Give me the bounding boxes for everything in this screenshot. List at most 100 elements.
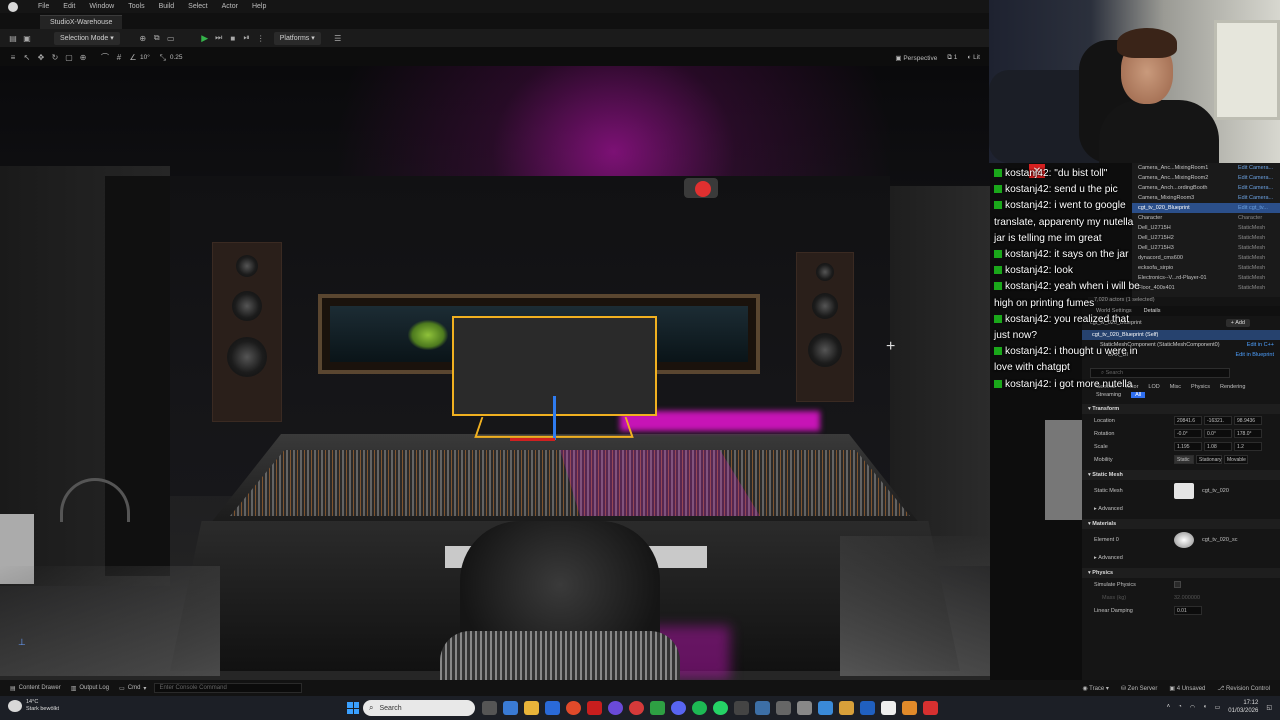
outliner-row[interactable]: Camera_Anc...MixingRoom2 Edit Camera... (1132, 173, 1280, 183)
scale-tool-icon[interactable]: ▢ (62, 51, 76, 65)
section-transform[interactable]: ▾ Transform (1082, 404, 1280, 414)
selection-mode-button[interactable]: Selection Mode ▾ (54, 31, 120, 45)
play-icon[interactable]: ▶ (198, 31, 212, 45)
perspective-dropdown[interactable]: ▣ Perspective (895, 54, 937, 62)
view-mode-dropdown[interactable]: ◐ Lit (967, 54, 980, 61)
section-static-mesh[interactable]: ▾ Static Mesh (1082, 470, 1280, 480)
outliner-row[interactable]: Dell_U2715H2 StaticMesh (1132, 233, 1280, 243)
clock[interactable]: 17:12 01/03/2026 (1228, 699, 1258, 715)
add-component-button[interactable]: + Add (1225, 319, 1250, 327)
static-mesh-thumbnail[interactable] (1174, 483, 1194, 499)
launch-icon[interactable]: ⏯ (240, 31, 254, 45)
static-mesh-dropdown[interactable]: cgt_tv_020 (1202, 488, 1229, 494)
battery-icon[interactable]: ▭ (1215, 704, 1221, 711)
wifi-icon[interactable]: ◠ (1190, 704, 1195, 711)
rotation-snap-value[interactable]: 10° (140, 54, 150, 61)
filter-misc[interactable]: Misc (1170, 384, 1181, 390)
spotify-icon[interactable] (692, 701, 707, 715)
section-materials[interactable]: ▾ Materials (1082, 519, 1280, 529)
app-icon[interactable] (629, 701, 644, 715)
windows-start-icon[interactable] (347, 702, 359, 714)
rotation-z-field[interactable]: 178.0° (1234, 429, 1262, 438)
outliner-row[interactable]: Camera_Anc...MixingRoom1 Edit Camera... (1132, 163, 1280, 173)
trace-button[interactable]: ◉ Trace ▾ (1082, 685, 1109, 692)
scale-snap-icon[interactable]: ⤡ (156, 51, 170, 65)
outliner-row[interactable]: Dell_U2715H3 StaticMesh (1132, 243, 1280, 253)
whatsapp-icon[interactable] (713, 701, 728, 715)
obs-icon[interactable] (608, 701, 623, 715)
rotate-tool-icon[interactable]: ↻ (48, 51, 62, 65)
outliner-row[interactable]: Floor_400x401 StaticMesh (1132, 283, 1280, 293)
menu-tools[interactable]: Tools (128, 3, 144, 10)
console-command-input[interactable]: Enter Console Command (154, 683, 303, 693)
output-log-button[interactable]: ▥ Output Log (71, 685, 109, 692)
content-browser-icon[interactable]: ▣ (20, 31, 34, 45)
section-physics[interactable]: ▾ Physics (1082, 568, 1280, 578)
tab-details[interactable]: Details (1144, 308, 1161, 314)
taskbar-search-input[interactable]: ⌕ Search (363, 700, 475, 716)
camera-speed-button[interactable]: ⧉ 1 (947, 54, 957, 62)
mass-field[interactable]: 32.000000 (1174, 595, 1200, 601)
menu-actor[interactable]: Actor (222, 3, 238, 10)
location-x-field[interactable]: 20841.6 (1174, 416, 1202, 425)
outliner-row[interactable]: Camera_Anch...ordingBooth Edit Camera... (1132, 183, 1280, 193)
menu-help[interactable]: Help (252, 3, 266, 10)
rotation-snap-icon[interactable]: ∠ (126, 51, 140, 65)
app-icon[interactable] (587, 701, 602, 715)
chevron-up-icon[interactable]: ˄ (1167, 704, 1171, 710)
app-icon[interactable] (839, 701, 854, 715)
save-icon[interactable]: ▤ (6, 31, 20, 45)
menu-file[interactable]: File (38, 3, 49, 10)
menu-select[interactable]: Select (188, 3, 207, 10)
scale-x-field[interactable]: 1.195 (1174, 442, 1202, 451)
mobility-movable-toggle[interactable]: Movable (1224, 455, 1248, 464)
mobility-static-toggle[interactable]: Static (1174, 455, 1194, 464)
unreal-engine-icon[interactable] (881, 701, 896, 715)
platforms-button[interactable]: Platforms ▾ (273, 31, 321, 45)
task-view-icon[interactable] (482, 701, 497, 715)
app-icon[interactable] (755, 701, 770, 715)
add-actor-icon[interactable]: ⊕ (136, 31, 150, 45)
discord-icon[interactable] (671, 701, 686, 715)
app-icon[interactable] (776, 701, 791, 715)
menu-build[interactable]: Build (159, 3, 175, 10)
tab-level[interactable]: StudioX-Warehouse (40, 15, 123, 29)
select-tool-icon[interactable]: ↖ (20, 51, 34, 65)
grid-snap-icon[interactable]: # (112, 51, 126, 65)
outliner-row[interactable]: dynacord_cms600 StaticMesh (1132, 253, 1280, 263)
app-icon[interactable] (818, 701, 833, 715)
settings-icon[interactable]: ☰ (331, 31, 345, 45)
simulate-physics-checkbox[interactable] (1174, 581, 1181, 588)
blueprint-icon[interactable]: ⧉ (150, 31, 164, 45)
outliner-row[interactable]: ecksofa_sirpio StaticMesh (1132, 263, 1280, 273)
app-icon[interactable] (734, 701, 749, 715)
network-icon[interactable]: ◔ (1178, 704, 1182, 710)
revision-control-button[interactable]: ⎇ Revision Control (1217, 685, 1270, 692)
more-icon[interactable]: ⋮ (254, 31, 268, 45)
surface-snap-icon[interactable]: ⌒ (98, 51, 112, 65)
filter-rendering[interactable]: Rendering (1220, 384, 1245, 390)
level-viewport[interactable]: + ⊥ (0, 66, 990, 680)
outliner-row[interactable]: Electronics--V...rd-Player-01 StaticMesh (1132, 273, 1280, 283)
chrome-icon[interactable] (566, 701, 581, 715)
location-y-field[interactable]: -16321. (1204, 416, 1232, 425)
world-space-icon[interactable]: ⊕ (76, 51, 90, 65)
edit-in-cpp-link[interactable]: Edit in C++ (1247, 342, 1274, 348)
advanced-toggle[interactable]: ▸ Advanced (1082, 551, 1280, 564)
menu-edit[interactable]: Edit (63, 3, 75, 10)
volume-icon[interactable]: ◖ (1203, 704, 1207, 710)
app-icon[interactable] (650, 701, 665, 715)
store-icon[interactable] (545, 701, 560, 715)
filter-streaming[interactable]: Streaming (1096, 392, 1121, 398)
filter-all[interactable]: All (1131, 392, 1146, 398)
unsaved-button[interactable]: ▣ 4 Unsaved (1169, 685, 1205, 692)
notification-icon[interactable]: ◱ (1266, 704, 1272, 711)
material-dropdown[interactable]: cgt_tv_020_sc (1202, 537, 1237, 543)
edge-icon[interactable] (503, 701, 518, 715)
scale-y-field[interactable]: 1.08 (1204, 442, 1232, 451)
viewport-menu-icon[interactable]: ≡ (6, 51, 20, 65)
gizmo-z-axis[interactable] (553, 396, 556, 440)
outliner-row[interactable]: Character Character (1132, 213, 1280, 223)
rotation-y-field[interactable]: 0.0° (1204, 429, 1232, 438)
filter-lod[interactable]: LOD (1148, 384, 1159, 390)
